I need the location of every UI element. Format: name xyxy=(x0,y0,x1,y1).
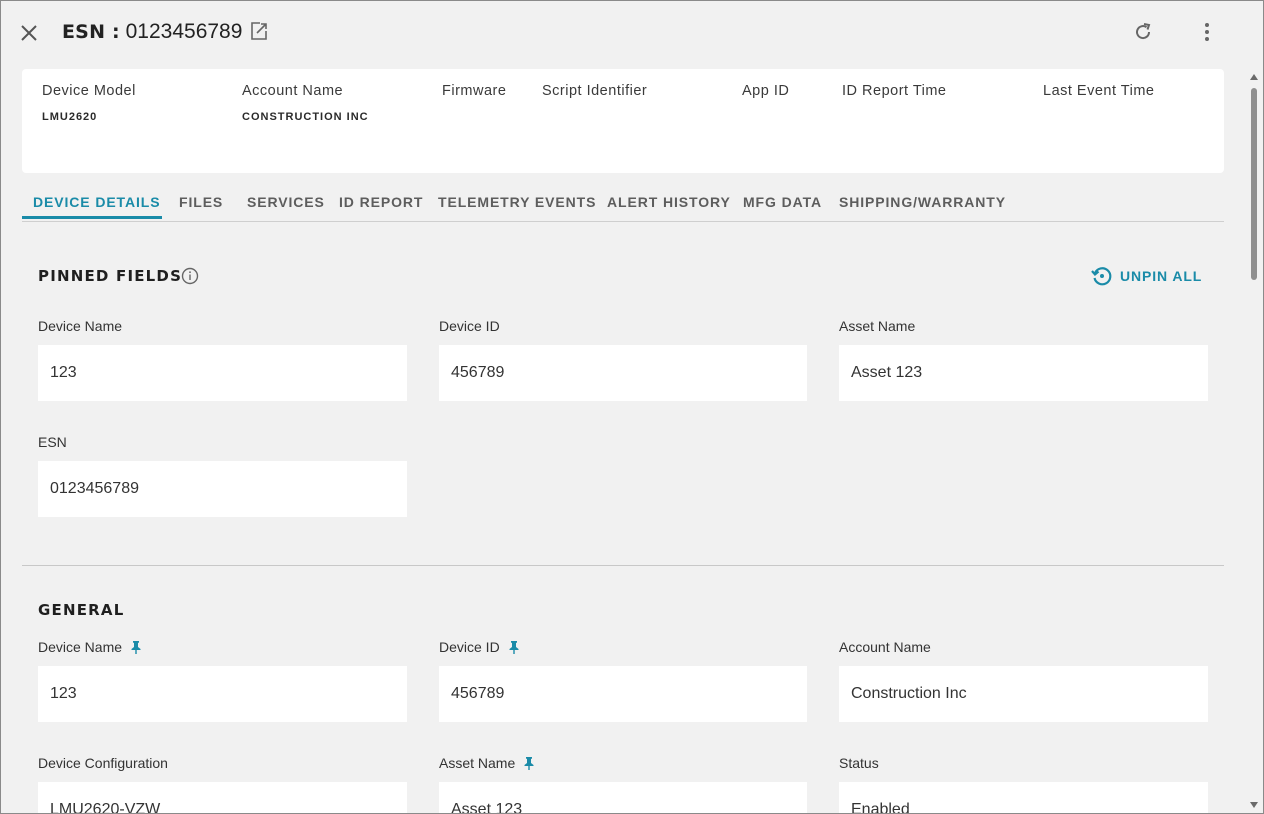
general-account-name-label: Account Name xyxy=(839,639,931,655)
scroll-up-arrow[interactable] xyxy=(1250,74,1258,80)
general-asset-name-label: Asset Name xyxy=(439,755,535,771)
pinned-device-name-label: Device Name xyxy=(38,318,123,334)
scroll-down-arrow[interactable] xyxy=(1250,802,1258,808)
general-status-field[interactable]: Enabled xyxy=(839,782,1208,814)
summary-value: CONSTRUCTION INC xyxy=(242,111,369,123)
summary-label: App ID xyxy=(742,83,790,99)
general-device-id-field[interactable]: 456789 xyxy=(439,666,807,722)
more-vertical-icon[interactable] xyxy=(1195,20,1219,44)
pinned-fields-title: PINNED FIELDS xyxy=(38,267,183,285)
general-asset-name-field[interactable]: Asset 123 xyxy=(439,782,807,814)
tab-bar: DEVICE DETAILS FILES SERVICES ID REPORT … xyxy=(22,186,1224,222)
pinned-device-id-field[interactable]: 456789 xyxy=(439,345,807,401)
general-title: GENERAL xyxy=(38,601,125,619)
general-device-configuration-field[interactable]: LMU2620-VZW xyxy=(38,782,407,814)
tab-files[interactable]: FILES xyxy=(179,194,223,210)
vertical-scrollbar[interactable] xyxy=(1248,70,1260,812)
tab-shipping-warranty[interactable]: SHIPPING/WARRANTY xyxy=(839,194,1006,210)
page-title: ESN : 0123456789 xyxy=(62,20,242,44)
tab-alert-history[interactable]: ALERT HISTORY xyxy=(607,194,731,210)
pin-icon[interactable] xyxy=(523,756,535,770)
summary-firmware: Firmware xyxy=(442,83,506,111)
tab-id-report[interactable]: ID REPORT xyxy=(339,194,423,210)
summary-device-model: Device Model LMU2620 xyxy=(42,83,136,123)
summary-id-report-time: ID Report Time xyxy=(842,83,947,111)
unpin-all-button[interactable]: UNPIN ALL xyxy=(1090,264,1202,288)
summary-account-name: Account Name CONSTRUCTION INC xyxy=(242,83,369,123)
tab-services[interactable]: SERVICES xyxy=(247,194,325,210)
info-icon[interactable] xyxy=(180,266,200,286)
pinned-esn-field[interactable]: 0123456789 xyxy=(38,461,407,517)
header: ESN : 0123456789 xyxy=(0,0,1264,64)
close-icon[interactable] xyxy=(18,22,40,44)
summary-label: Last Event Time xyxy=(1043,83,1155,99)
pin-icon[interactable] xyxy=(130,640,142,654)
title-value: 0123456789 xyxy=(125,20,243,43)
copy-link-icon[interactable] xyxy=(248,20,270,42)
summary-label: Firmware xyxy=(442,83,507,99)
summary-app-id: App ID xyxy=(742,83,789,111)
scroll-thumb[interactable] xyxy=(1251,88,1257,280)
general-status-label: Status xyxy=(839,755,879,771)
device-summary-card: Device Model LMU2620 Account Name CONSTR… xyxy=(22,69,1224,173)
pin-icon[interactable] xyxy=(508,640,520,654)
tab-device-details[interactable]: DEVICE DETAILS xyxy=(33,194,160,210)
summary-script-identifier: Script Identifier xyxy=(542,83,647,111)
section-divider xyxy=(22,565,1224,566)
refresh-icon[interactable] xyxy=(1131,20,1155,44)
pinned-esn-label: ESN xyxy=(38,434,67,450)
pinned-device-id-label: Device ID xyxy=(439,318,500,334)
summary-label: Account Name xyxy=(242,83,344,99)
unpin-icon xyxy=(1091,267,1112,286)
tab-telemetry-events[interactable]: TELEMETRY EVENTS xyxy=(438,194,596,210)
tab-mfg-data[interactable]: MFG DATA xyxy=(743,194,822,210)
general-account-name-field[interactable]: Construction Inc xyxy=(839,666,1208,722)
summary-value: LMU2620 xyxy=(42,111,98,123)
active-tab-indicator xyxy=(22,216,162,219)
general-device-name-field[interactable]: 123 xyxy=(38,666,407,722)
general-device-id-label: Device ID xyxy=(439,639,520,655)
summary-label: Device Model xyxy=(42,83,136,99)
pinned-device-name-field[interactable]: 123 xyxy=(38,345,407,401)
general-device-name-label: Device Name xyxy=(38,639,142,655)
summary-label: ID Report Time xyxy=(842,83,947,99)
general-device-configuration-label: Device Configuration xyxy=(38,755,168,771)
summary-last-event-time: Last Event Time xyxy=(1043,83,1154,111)
pinned-asset-name-field[interactable]: Asset 123 xyxy=(839,345,1208,401)
pinned-asset-name-label: Asset Name xyxy=(839,318,916,334)
unpin-all-label: UNPIN ALL xyxy=(1120,268,1203,284)
title-prefix: ESN : xyxy=(62,21,120,43)
summary-label: Script Identifier xyxy=(542,83,648,99)
